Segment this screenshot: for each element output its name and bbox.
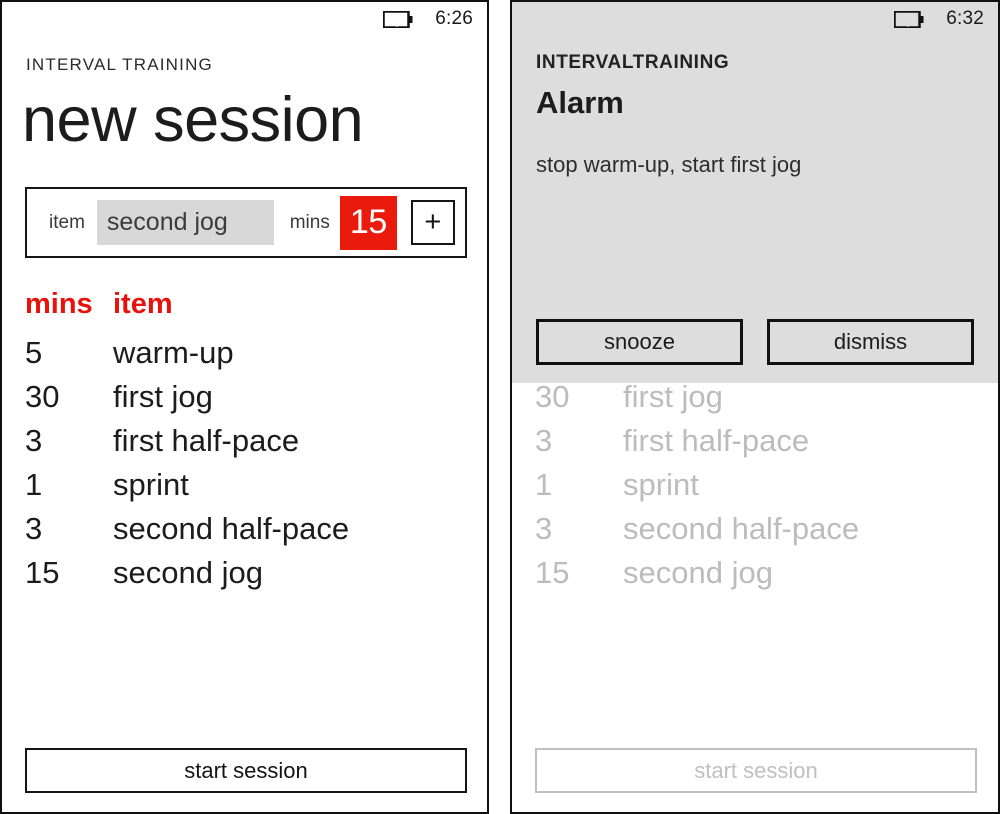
start-session-button-disabled: start session	[535, 748, 977, 793]
status-bar-right: 6:32	[512, 2, 998, 36]
page-title: new session	[22, 85, 364, 155]
add-interval-button[interactable]: +	[410, 200, 456, 245]
row-mins: 15	[535, 555, 570, 590]
table-row: 30 first jog	[535, 379, 975, 423]
row-mins: 3	[25, 423, 43, 458]
row-item: warm-up	[113, 335, 234, 370]
interval-entry-bar: item second jog mins 15 +	[25, 187, 467, 258]
status-clock: 6:26	[435, 8, 473, 29]
header-mins-label: mins	[25, 288, 93, 320]
status-bar-left: 6:26	[2, 2, 487, 36]
row-item: first jog	[113, 379, 213, 414]
row-mins: 3	[535, 423, 553, 458]
row-item: first half-pace	[113, 423, 300, 458]
battery-charging-icon	[383, 10, 413, 28]
item-input[interactable]: second jog	[96, 200, 274, 245]
screenshot-stage: 6:26 INTERVAL TRAINING new session item …	[0, 0, 1000, 814]
row-mins: 1	[535, 467, 553, 502]
phone-screen-alarm: mins item 5 warm-up 30 first jog 3 first…	[510, 0, 1000, 814]
phone-screen-new-session: 6:26 INTERVAL TRAINING new session item …	[0, 0, 489, 814]
mins-field-label: mins	[289, 211, 330, 233]
table-row[interactable]: 5 warm-up	[25, 335, 465, 379]
row-mins: 30	[25, 379, 60, 414]
row-item: first jog	[623, 379, 723, 414]
row-mins: 15	[25, 555, 60, 590]
row-mins: 5	[25, 335, 43, 370]
table-row[interactable]: 1 sprint	[25, 467, 465, 511]
row-item: second half-pace	[113, 511, 350, 546]
table-row[interactable]: 30 first jog	[25, 379, 465, 423]
alarm-title: Alarm	[536, 85, 624, 120]
row-mins: 1	[25, 467, 43, 502]
row-item: sprint	[113, 467, 189, 502]
row-item: first half-pace	[623, 423, 810, 458]
row-mins: 3	[535, 511, 553, 546]
row-mins: 3	[25, 511, 43, 546]
row-item: second jog	[113, 555, 263, 590]
interval-list-left: mins item 5 warm-up 30 first jog 3 first…	[25, 288, 465, 599]
table-row[interactable]: 15 second jog	[25, 555, 465, 599]
header-item-label: item	[113, 288, 173, 320]
table-row: 15 second jog	[535, 555, 975, 599]
alarm-action-row: snooze dismiss	[536, 319, 974, 365]
app-name-label: INTERVAL TRAINING	[26, 55, 213, 74]
item-field-label: item	[49, 211, 85, 233]
alarm-app-name: INTERVALTRAINING	[536, 52, 730, 73]
table-row[interactable]: 3 first half-pace	[25, 423, 465, 467]
start-session-button[interactable]: start session	[25, 748, 467, 793]
row-item: second jog	[623, 555, 773, 590]
mins-input[interactable]: 15	[339, 195, 397, 250]
row-mins: 30	[535, 379, 570, 414]
table-row: 3 first half-pace	[535, 423, 975, 467]
alarm-message: stop warm-up, start first jog	[536, 152, 802, 177]
status-clock: 6:32	[946, 8, 984, 29]
row-item: sprint	[623, 467, 699, 502]
table-row: 3 second half-pace	[535, 511, 975, 555]
dismiss-button[interactable]: dismiss	[767, 319, 974, 365]
snooze-button[interactable]: snooze	[536, 319, 743, 365]
table-row[interactable]: 3 second half-pace	[25, 511, 465, 555]
alarm-dialog: 6:32 INTERVALTRAINING Alarm stop warm-up…	[512, 2, 998, 383]
list-header-row: mins item	[25, 288, 465, 335]
row-item: second half-pace	[623, 511, 860, 546]
battery-charging-icon	[894, 10, 924, 28]
table-row: 1 sprint	[535, 467, 975, 511]
